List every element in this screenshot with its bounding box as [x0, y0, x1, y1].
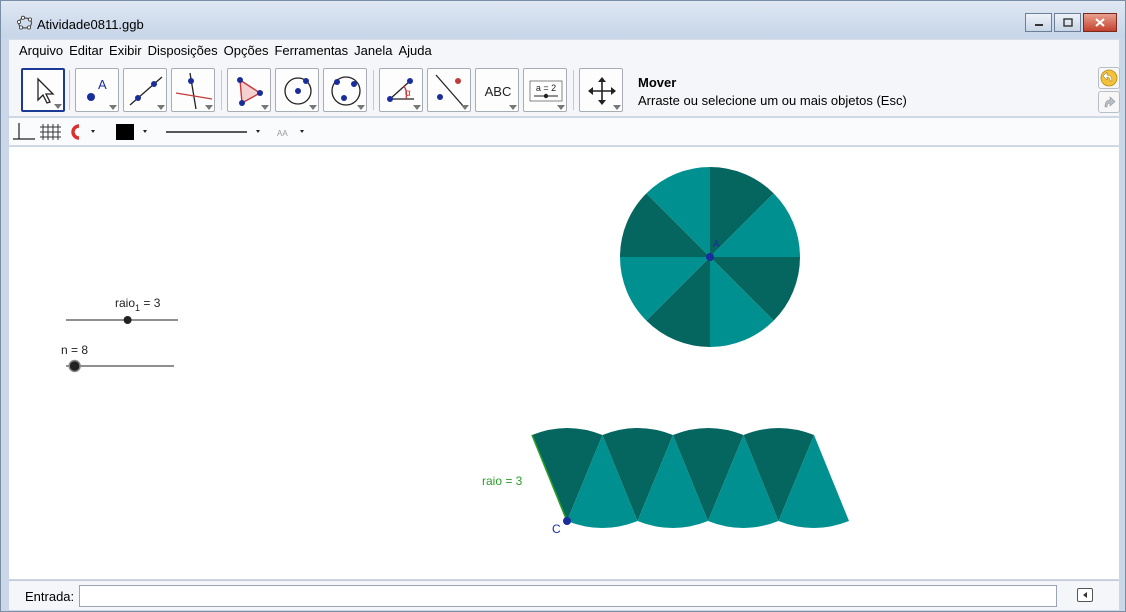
perpendicular-tool-button[interactable] [171, 68, 215, 112]
graphics-view[interactable]: raio1 = 3 n = 8 A raio = 3 C [9, 147, 1119, 579]
svg-text:A: A [98, 77, 107, 92]
close-icon [1095, 18, 1105, 27]
point-c[interactable] [563, 517, 571, 525]
menu-arquivo[interactable]: Arquivo [19, 43, 63, 58]
menu-bar: Arquivo Editar Exibir Disposições Opções… [9, 39, 1119, 61]
svg-text:ABC: ABC [485, 84, 512, 99]
menu-ajuda[interactable]: Ajuda [398, 43, 431, 58]
menu-ferramentas[interactable]: Ferramentas [274, 43, 348, 58]
svg-text:raio1 = 3: raio1 = 3 [115, 296, 161, 313]
maximize-icon [1062, 18, 1073, 27]
menu-opcoes[interactable]: Opções [224, 43, 269, 58]
conic-tool-button[interactable] [323, 68, 367, 112]
point-capturing-magnet-icon[interactable] [71, 124, 95, 140]
slider-n[interactable]: n = 8 [61, 343, 174, 373]
slider-raio1-handle[interactable] [123, 316, 132, 324]
minimize-icon [1034, 23, 1043, 26]
app-window: Atividade0811.ggb Arquivo Editar Exibir … [0, 0, 1126, 612]
undo-button[interactable] [1098, 67, 1120, 89]
text-tool-button[interactable]: ABC [475, 68, 519, 112]
menu-editar[interactable]: Editar [69, 43, 103, 58]
color-picker-icon[interactable] [116, 124, 147, 140]
menu-disposicoes[interactable]: Disposições [148, 43, 218, 58]
toolbar: A α ABC a = 2 Mover Arraste ou selecione… [9, 61, 1120, 117]
grid-toggle-icon[interactable] [40, 124, 61, 140]
menu-janela[interactable]: Janela [354, 43, 392, 58]
close-button[interactable] [1083, 13, 1117, 32]
line-style-picker-icon[interactable] [166, 130, 260, 133]
axes-toggle-icon[interactable] [13, 123, 35, 140]
active-tool-help: Arraste ou selecione um ou mais objetos … [638, 93, 907, 108]
svg-text:AA: AA [277, 129, 288, 138]
polygon-tool-button[interactable] [227, 68, 271, 112]
style-bar: AA [9, 118, 1119, 146]
move-tool-button[interactable] [21, 68, 65, 112]
angle-tool-button[interactable]: α [379, 68, 423, 112]
active-tool-title: Mover [638, 75, 677, 90]
label-style-picker-icon[interactable]: AA [277, 129, 304, 138]
point-tool-button[interactable]: A [75, 68, 119, 112]
menu-exibir[interactable]: Exibir [109, 43, 142, 58]
slider-tool-button[interactable]: a = 2 [523, 68, 567, 112]
svg-text:a = 2: a = 2 [536, 83, 556, 93]
title-bar: Atividade0811.ggb [1, 1, 1125, 37]
undo-icon [1100, 69, 1118, 87]
maximize-button[interactable] [1054, 13, 1081, 32]
input-help-button[interactable] [1077, 588, 1093, 602]
window-title: Atividade0811.ggb [37, 17, 144, 32]
input-label: Entrada: [25, 589, 75, 604]
point-a-label: A [713, 239, 720, 250]
point-c-label: C [552, 522, 561, 536]
redo-icon [1104, 96, 1116, 108]
reflect-tool-button[interactable] [427, 68, 471, 112]
slider-n-handle[interactable] [68, 359, 81, 373]
window-controls [1025, 13, 1117, 32]
slider-raio1-label: raio [115, 296, 135, 310]
segment-raio-label: raio = 3 [482, 474, 523, 488]
input-field[interactable] [79, 585, 1057, 607]
point-a[interactable] [706, 253, 714, 261]
geogebra-logo-icon [16, 15, 33, 31]
triangle-left-icon [1083, 592, 1087, 598]
graphics-canvas[interactable]: raio1 = 3 n = 8 A raio = 3 C [9, 147, 1119, 579]
slider-n-label: n = 8 [61, 343, 88, 357]
line-tool-button[interactable] [123, 68, 167, 112]
slider-raio1[interactable]: raio1 = 3 [66, 296, 178, 324]
input-bar: Entrada: [9, 580, 1119, 610]
redo-button[interactable] [1098, 91, 1120, 113]
svg-text:α: α [405, 88, 411, 99]
circle-tool-button[interactable] [275, 68, 319, 112]
unrolled-sector-strip[interactable] [532, 428, 849, 528]
move-graphics-tool-button[interactable] [579, 68, 623, 112]
minimize-button[interactable] [1025, 13, 1052, 32]
